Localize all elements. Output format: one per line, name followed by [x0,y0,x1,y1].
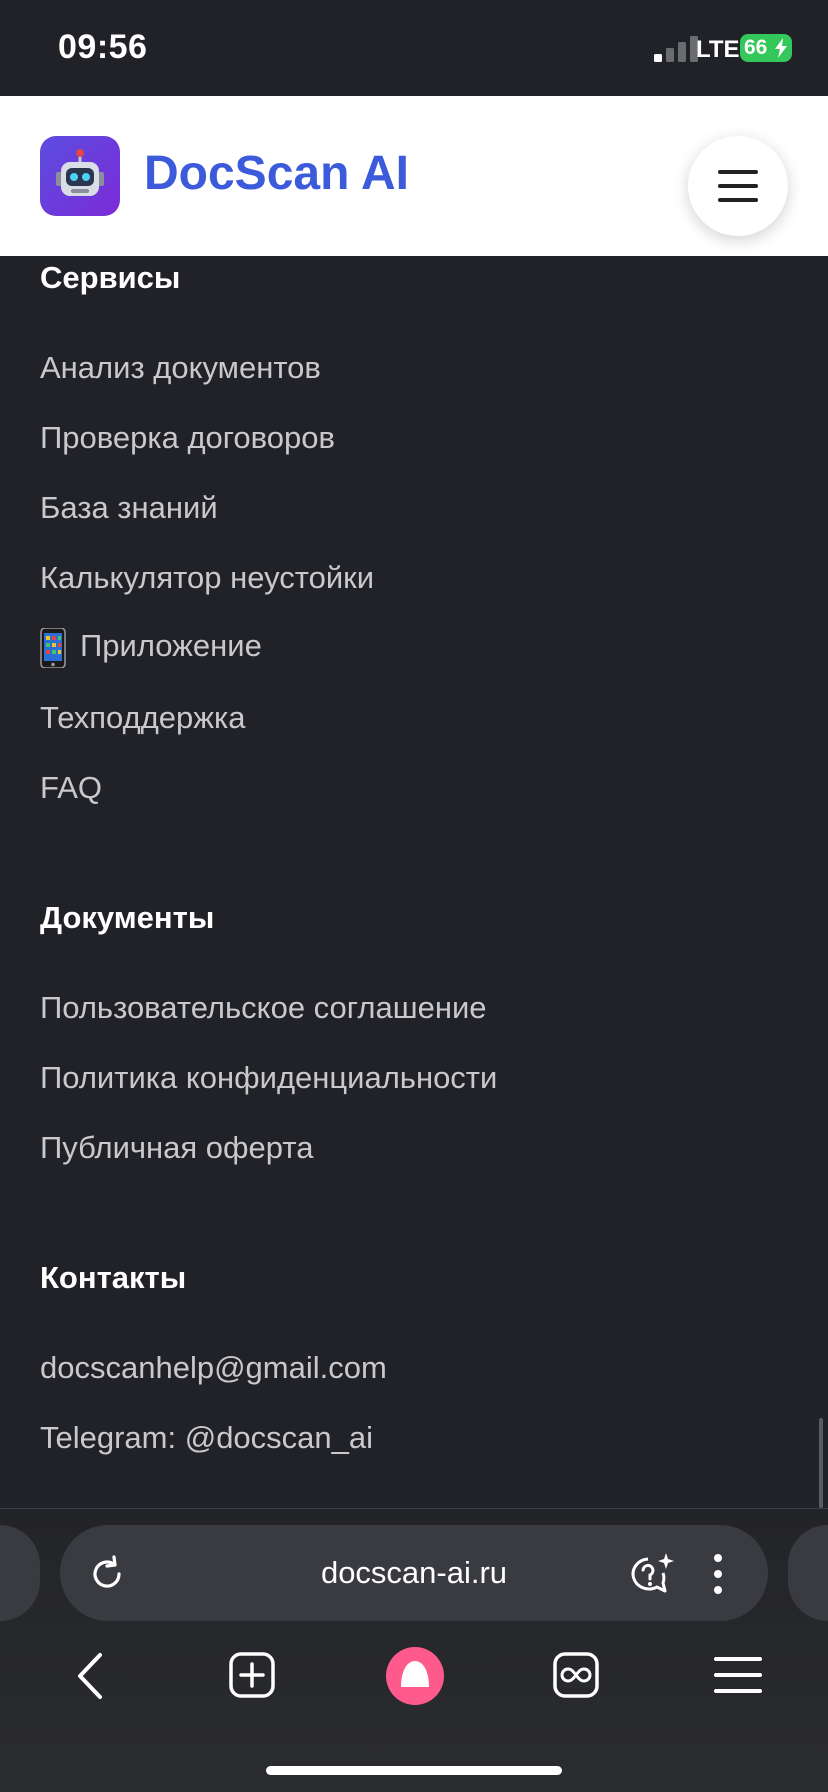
link-knowledge-base[interactable]: База знаний [40,490,218,526]
more-options-icon[interactable] [712,1553,724,1595]
browser-menu-icon[interactable] [714,1655,762,1695]
mobile-phone-icon [40,628,66,668]
alice-assistant-icon[interactable] [386,1647,444,1705]
ai-chat-icon[interactable] [626,1551,676,1597]
contacts-title: Контакты [40,1260,187,1295]
link-document-analysis[interactable]: Анализ документов [40,350,321,386]
contact-email[interactable]: docscanhelp@gmail.com [40,1350,387,1386]
link-support[interactable]: Техподдержка [40,700,245,736]
hamburger-icon-line [718,198,758,202]
charging-bolt-icon [775,38,787,58]
browser-toolbar: docscan-ai.ru [0,1508,828,1792]
hamburger-icon-line [718,184,758,188]
address-bar[interactable]: docscan-ai.ru [60,1525,768,1621]
hamburger-icon [718,170,758,174]
documents-title: Документы [40,900,215,935]
home-indicator[interactable] [266,1766,562,1775]
back-icon[interactable] [70,1651,110,1701]
link-contract-check[interactable]: Проверка договоров [40,420,335,456]
contact-telegram[interactable]: Telegram: @docscan_ai [40,1420,373,1456]
services-title: Сервисы [40,260,181,295]
robot-icon [56,149,104,196]
link-public-offer[interactable]: Публичная оферта [40,1130,313,1166]
next-tab-pill[interactable] [788,1525,828,1621]
link-app-label: Приложение [80,628,262,664]
link-app[interactable]: Приложение [40,628,262,668]
previous-tab-pill[interactable] [0,1525,40,1621]
network-label: LTE [696,36,740,63]
logo[interactable] [40,136,120,216]
scrollbar[interactable] [819,1418,823,1508]
tabs-icon[interactable] [552,1651,600,1699]
site-header: DocScan AI [0,96,828,256]
battery-indicator: 66 [740,34,792,62]
link-faq[interactable]: FAQ [40,770,102,806]
menu-button[interactable] [688,136,788,236]
status-bar: 09:56 LTE 66 [0,0,828,96]
new-tab-icon[interactable] [228,1651,276,1699]
battery-level: 66 [744,36,768,59]
brand-name[interactable]: DocScan AI [144,146,409,201]
status-time: 09:56 [58,28,148,66]
link-privacy-policy[interactable]: Политика конфиденциальности [40,1060,497,1096]
link-penalty-calculator[interactable]: Калькулятор неустойки [40,560,374,596]
link-user-agreement[interactable]: Пользовательское соглашение [40,990,487,1026]
